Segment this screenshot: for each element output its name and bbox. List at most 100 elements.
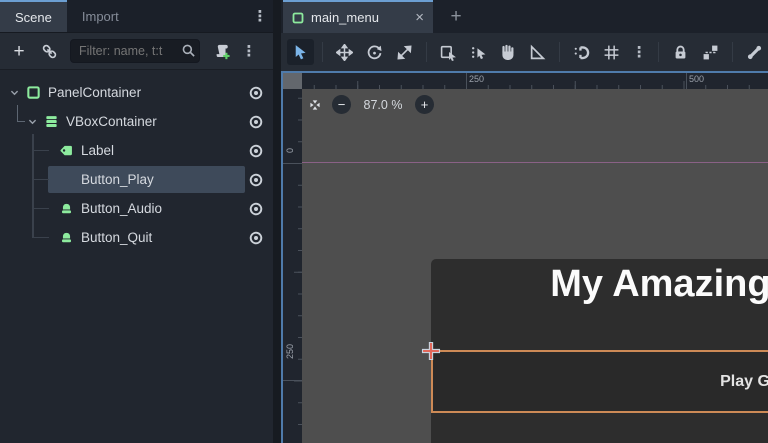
close-icon[interactable]: ×	[415, 10, 424, 25]
zoom-percentage[interactable]: 87.0 %	[360, 98, 406, 112]
grid-snap-button[interactable]	[598, 39, 625, 65]
script-plus-icon	[213, 43, 230, 60]
viewport-focus-border	[281, 71, 283, 443]
skeleton-options-button[interactable]	[741, 39, 768, 65]
scene-tree: PanelContainer VBoxContainer Label Butto…	[0, 70, 273, 252]
scene-tab-label: main_menu	[311, 10, 379, 25]
scene-tab-main-menu[interactable]: main_menu ×	[283, 0, 433, 33]
toolbar-separator	[732, 42, 733, 62]
tool-pan-button[interactable]	[495, 39, 522, 65]
zoom-in-button[interactable]: +	[415, 95, 434, 114]
vertical-ruler: 0 250	[281, 89, 302, 443]
new-scene-tab-button[interactable]: +	[433, 0, 479, 33]
canvas-toolbar: ⋮	[281, 33, 768, 71]
node-name: Button_Audio	[81, 201, 163, 216]
tab-import[interactable]: Import	[67, 0, 134, 32]
ruler-corner	[281, 73, 302, 89]
toolbar-separator	[425, 42, 427, 62]
visibility-eye-icon[interactable]	[248, 114, 264, 130]
toolbar-separator	[321, 42, 323, 62]
toolbar-separator	[658, 42, 660, 62]
tool-rotate-button[interactable]	[361, 39, 388, 65]
label-node-icon	[58, 143, 74, 158]
tree-row-label[interactable]: Label	[0, 136, 273, 165]
instance-scene-button[interactable]	[36, 38, 62, 64]
tree-row-button-quit[interactable]: Button_Quit	[0, 223, 273, 252]
visibility-eye-icon[interactable]	[248, 172, 264, 188]
main-viewport: main_menu × + ⋮ 250 500 0 250 My Amazing…	[281, 0, 768, 443]
godot-editor: Scene Import ⋮ + Filter: name, t:t ⋮ Pan…	[0, 0, 768, 443]
selected-play-button-control[interactable]: Play Game	[431, 350, 768, 413]
viewport-focus-border	[281, 71, 768, 73]
tool-position-select-button[interactable]	[465, 39, 492, 65]
horizontal-ruler: 250 500	[302, 73, 768, 89]
visibility-eye-icon[interactable]	[248, 85, 264, 101]
ruler-ticks	[294, 89, 302, 443]
ruler-tick	[466, 73, 467, 89]
chevron-down-icon[interactable]	[26, 116, 38, 127]
button-node-icon	[58, 230, 74, 245]
ruler-label: 0	[285, 148, 295, 154]
tool-move-button[interactable]	[331, 39, 358, 65]
ruler-label: 500	[689, 74, 705, 84]
tree-row-vboxcontainer[interactable]: VBoxContainer	[0, 107, 273, 136]
dock-menu-icon[interactable]: ⋮	[249, 0, 271, 32]
canvas-2d[interactable]: My Amazing Game Play Game	[302, 89, 768, 443]
add-node-button[interactable]: +	[6, 38, 32, 64]
tree-row-panelcontainer[interactable]: PanelContainer	[0, 78, 273, 107]
tree-row-button-audio[interactable]: Button_Audio	[0, 194, 273, 223]
position-crosshair-icon	[421, 341, 441, 361]
attach-script-button[interactable]	[208, 38, 234, 64]
visibility-eye-icon[interactable]	[248, 143, 264, 159]
tool-ruler-button[interactable]	[524, 39, 551, 65]
snap-options-menu-icon[interactable]: ⋮	[628, 43, 650, 61]
tool-select-button[interactable]	[287, 39, 314, 65]
ruler-tick	[281, 380, 302, 381]
ruler-label: 250	[469, 74, 485, 84]
tree-connector	[32, 222, 49, 238]
group-button[interactable]	[697, 39, 724, 65]
filter-field-wrap	[70, 39, 200, 63]
zoom-controls: − 87.0 % +	[307, 95, 434, 114]
play-button-label: Play Game	[720, 372, 768, 390]
search-icon	[181, 43, 196, 58]
lock-button[interactable]	[667, 39, 694, 65]
node-name: Label	[81, 143, 115, 158]
vbox-container-node-icon	[43, 114, 59, 129]
toolbar-separator	[559, 42, 561, 62]
tree-connector	[32, 193, 49, 209]
dock-splitter[interactable]	[273, 0, 281, 443]
tree-connector	[32, 135, 49, 151]
chevron-down-icon[interactable]	[8, 87, 20, 98]
plus-icon: +	[13, 40, 25, 62]
zoom-out-button[interactable]: −	[332, 95, 351, 114]
node-name: VBoxContainer	[66, 114, 157, 129]
scene-node-icon	[292, 12, 304, 24]
tree-connector	[32, 164, 49, 180]
node-name: Button_Play	[81, 172, 154, 187]
ruler-tick	[686, 73, 687, 89]
tab-scene[interactable]: Scene	[0, 0, 67, 32]
tool-scale-button[interactable]	[391, 39, 418, 65]
center-view-icon[interactable]	[307, 97, 323, 113]
tab-scene-label: Scene	[15, 9, 52, 25]
viewport-origin-line	[302, 162, 768, 163]
scene-tab-bar: main_menu × +	[281, 0, 768, 33]
node-name: PanelContainer	[48, 85, 142, 100]
tab-import-label: Import	[81, 8, 119, 24]
tool-list-select-button[interactable]	[435, 39, 462, 65]
scene-dock-toolbar: + Filter: name, t:t ⋮	[0, 33, 273, 70]
smart-snap-button[interactable]	[568, 39, 595, 65]
game-title-label: My Amazing Game	[550, 263, 768, 305]
dock-tab-bar: Scene Import ⋮	[0, 0, 273, 33]
tree-row-button-play[interactable]: Button_Play	[0, 165, 273, 194]
ruler-label: 250	[285, 344, 295, 360]
ruler-tick	[281, 163, 302, 164]
chain-link-icon	[41, 43, 58, 60]
node-name: Button_Quit	[81, 230, 153, 245]
visibility-eye-icon[interactable]	[248, 230, 264, 246]
button-node-icon	[58, 201, 74, 216]
visibility-eye-icon[interactable]	[248, 201, 264, 217]
scene-tree-menu-icon[interactable]: ⋮	[238, 42, 260, 60]
scene-dock: Scene Import ⋮ + Filter: name, t:t ⋮ Pan…	[0, 0, 273, 443]
